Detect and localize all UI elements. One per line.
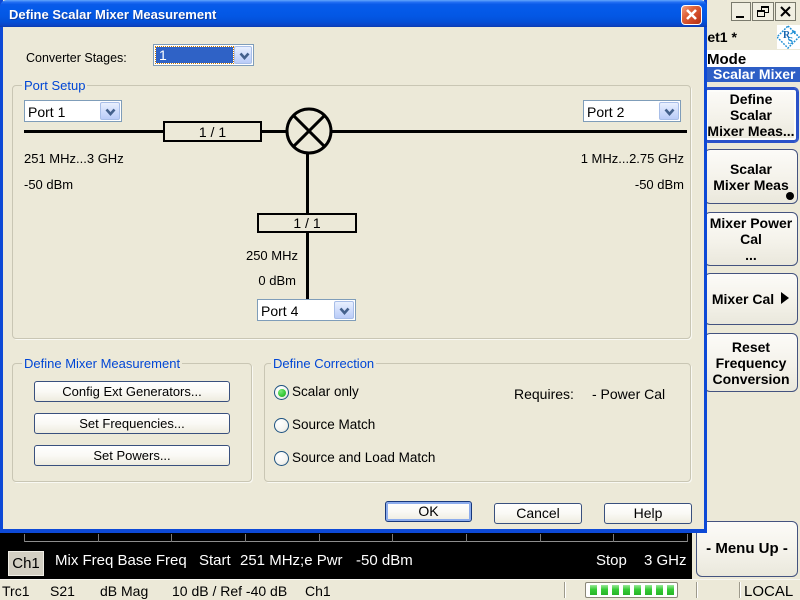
svg-text:S: S bbox=[788, 36, 794, 47]
